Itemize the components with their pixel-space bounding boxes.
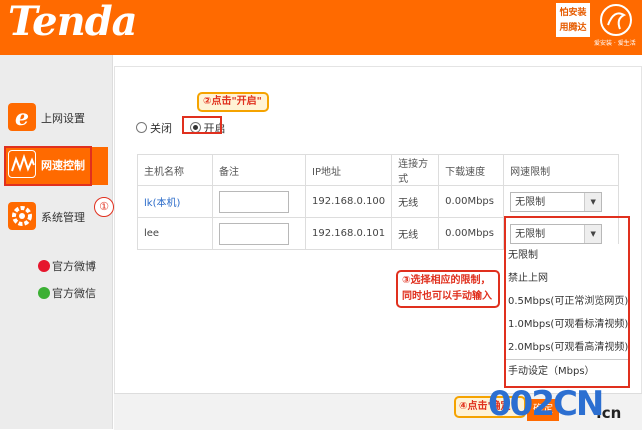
col-conn: 连接方式 (391, 154, 440, 186)
step3-line2: 同时也可以手动输入 (402, 291, 492, 302)
col-limit: 网速限制 (503, 154, 619, 186)
weibo-label: 官方微博 (52, 260, 96, 273)
speed-control-highlight (4, 146, 92, 186)
ad-line1: 怕安装 (559, 8, 587, 18)
sidebar-item-internet[interactable]: e 上网设置 (4, 100, 108, 138)
tenda-logo: Tenda (8, 0, 138, 45)
ad-logo-icon (596, 3, 636, 39)
chevron-down-icon[interactable]: ▼ (584, 192, 602, 211)
official-weibo-link[interactable]: 官方微博 (38, 258, 96, 274)
weixin-icon (38, 287, 50, 299)
table-row: lk(本机) 192.168.0.100 无线 0.00Mbps 无限制 ▼ (137, 185, 619, 218)
note-input[interactable] (219, 190, 289, 213)
limit-select-value: 无限制 (515, 196, 546, 208)
ad-subtitle: 爱安装 · 爱生活 (594, 40, 636, 47)
header-bar: Tenda 怕安装 用腾达 爱安装 · 爱生活 (0, 0, 642, 55)
svg-text:e: e (15, 105, 29, 131)
sidebar-label-system: 系统管理 (41, 211, 85, 224)
install-ad-badge: 怕安装 用腾达 (556, 3, 590, 37)
step3-callout: ③选择相应的限制， 同时也可以手动输入 (396, 270, 500, 308)
watermark-logo: 002CN (488, 384, 604, 424)
speed-cell: 0.00Mbps (438, 217, 505, 250)
speed-cell: 0.00Mbps (438, 185, 505, 218)
col-note: 备注 (212, 154, 306, 186)
host-name: lee (137, 217, 213, 250)
note-input[interactable] (219, 222, 289, 245)
gear-icon (8, 202, 36, 230)
limit-select[interactable]: 无限制 ▼ (510, 191, 603, 212)
table-header: 主机名称 备注 IP地址 连接方式 下载速度 网速限制 (137, 154, 619, 186)
host-name-link[interactable]: lk(本机) (144, 198, 180, 209)
col-speed: 下载速度 (438, 154, 505, 186)
conn-cell: 无线 (391, 185, 440, 218)
ip-cell: 192.168.0.101 (304, 217, 393, 250)
on-highlight (182, 116, 222, 134)
sidebar-item-system[interactable]: 系统管理 (4, 199, 108, 237)
step2-callout: ②点击"开启" (197, 92, 269, 112)
col-ip: IP地址 (304, 154, 393, 186)
weixin-label: 官方微信 (52, 287, 96, 300)
radio-off[interactable]: 关闭 (136, 122, 172, 135)
radio-off-circle[interactable] (136, 122, 147, 133)
dropdown-highlight (504, 216, 630, 388)
weibo-icon (38, 260, 50, 272)
col-host: 主机名称 (137, 154, 213, 186)
sidebar-label-internet: 上网设置 (41, 112, 85, 125)
internet-e-icon: e (8, 103, 36, 131)
ip-cell: 192.168.0.100 (304, 185, 393, 218)
watermark-suffix: .cn (596, 404, 622, 422)
conn-cell: 无线 (391, 217, 440, 250)
radio-off-label: 关闭 (150, 122, 172, 135)
ad-line2: 用腾达 (559, 23, 587, 33)
step3-line1: ③选择相应的限制， (402, 275, 491, 286)
official-weixin-link[interactable]: 官方微信 (38, 285, 96, 301)
